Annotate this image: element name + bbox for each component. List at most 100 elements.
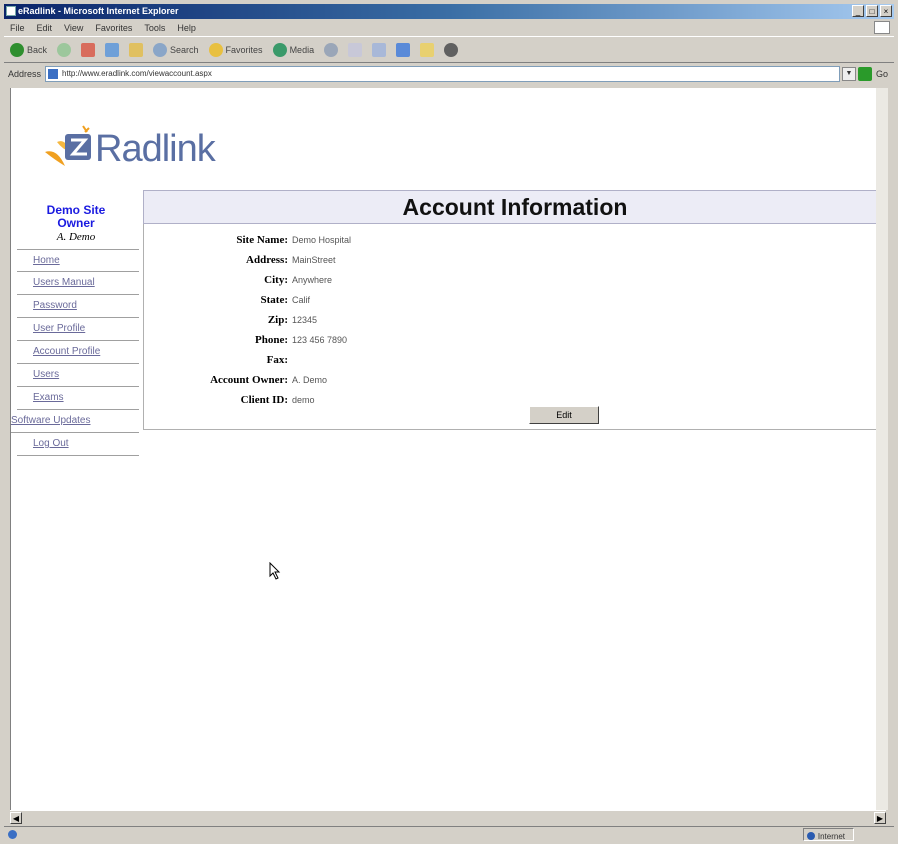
stop-icon — [81, 42, 96, 57]
field-label: Fax: — [266, 354, 288, 366]
field-value: 12345 — [292, 315, 318, 325]
mail-button[interactable] — [348, 42, 363, 57]
window-controls: _ □ × — [852, 5, 892, 17]
address-bar: Address http://www.eradlink.com/viewacco… — [4, 64, 894, 84]
field-address: Address: MainStreet — [144, 250, 351, 270]
sidebar-item-users-manual[interactable]: Users Manual — [17, 272, 139, 295]
menu-edit[interactable]: Edit — [37, 21, 53, 35]
globe-icon — [806, 832, 815, 840]
sidebar-item-password[interactable]: Password — [17, 295, 139, 318]
field-label: Phone: — [255, 334, 288, 346]
sidebar-nav: Home Users Manual Password User Profile … — [11, 249, 141, 456]
search-button[interactable]: Search — [153, 42, 199, 57]
page-done-icon — [8, 830, 17, 839]
field-state: State: Calif — [144, 290, 351, 310]
field-city: City: Anywhere — [144, 270, 351, 290]
field-label: State: — [260, 294, 289, 306]
sidebar-item-account-profile[interactable]: Account Profile — [17, 341, 139, 364]
sidebar: Demo Site Owner A. Demo Home Users Manua… — [11, 190, 141, 456]
horizontal-scrollbar[interactable]: ◀ ▶ — [10, 810, 886, 824]
field-label: Account Owner: — [210, 374, 288, 386]
folder-button[interactable] — [420, 42, 435, 57]
field-label: Client ID: — [240, 394, 288, 406]
history-icon — [324, 42, 339, 57]
back-arrow-icon — [10, 42, 24, 57]
home-icon — [129, 42, 144, 57]
menu-file[interactable]: File — [10, 21, 25, 35]
sidebar-item-user-profile[interactable]: User Profile — [17, 318, 139, 341]
print-icon — [372, 42, 387, 57]
toolbar: Back Search Favorites Media — [4, 36, 894, 63]
address-dropdown-icon[interactable]: ▼ — [841, 67, 856, 81]
field-value: Calif — [292, 295, 311, 305]
go-button[interactable]: Go — [876, 69, 894, 79]
go-icon[interactable] — [857, 67, 872, 81]
menu-tools[interactable]: Tools — [144, 21, 165, 35]
window-title: eRadlink - Microsoft Internet Explorer — [18, 6, 179, 16]
user-role-line2: Owner — [57, 216, 95, 230]
favorites-button[interactable]: Favorites — [208, 42, 263, 57]
address-input[interactable]: http://www.eradlink.com/viewaccount.aspx — [45, 66, 840, 82]
menu-help[interactable]: Help — [177, 21, 196, 35]
scroll-right-icon[interactable]: ▶ — [874, 812, 886, 824]
close-button[interactable]: × — [880, 5, 892, 17]
title-bar[interactable]: eRadlink - Microsoft Internet Explorer _… — [4, 4, 894, 19]
media-label: Media — [289, 44, 315, 55]
security-zone: Internet — [802, 828, 854, 841]
print-button[interactable] — [372, 42, 387, 57]
field-value: MainStreet — [292, 255, 336, 265]
stop-button[interactable] — [81, 42, 96, 57]
sidebar-item-users[interactable]: Users — [17, 364, 139, 387]
edit-page-icon — [396, 42, 411, 57]
field-fax: Fax: — [144, 350, 351, 370]
refresh-icon — [105, 42, 120, 57]
search-icon — [153, 42, 168, 57]
vertical-scrollbar[interactable] — [876, 88, 888, 810]
field-site-name: Site Name: Demo Hospital — [144, 230, 351, 250]
forward-button[interactable] — [57, 42, 72, 57]
menu-view[interactable]: View — [64, 21, 83, 35]
user-name: A. Demo — [56, 231, 96, 243]
account-info-table: Site Name: Demo Hospital Address: MainSt… — [144, 230, 351, 410]
back-button[interactable]: Back — [10, 42, 47, 57]
messenger-icon — [444, 42, 459, 57]
sidebar-item-software-updates[interactable]: Software Updates — [11, 410, 139, 433]
forward-arrow-icon — [57, 42, 72, 57]
media-icon — [272, 42, 287, 57]
windows-logo-icon — [874, 21, 890, 34]
maximize-button[interactable]: □ — [866, 5, 878, 17]
scroll-left-icon[interactable]: ◀ — [10, 812, 22, 824]
sidebar-item-log-out[interactable]: Log Out — [17, 433, 139, 456]
mail-icon — [348, 42, 363, 57]
field-phone: Phone: 123 456 7890 — [144, 330, 351, 350]
radlink-logo-icon — [45, 125, 91, 166]
messenger-button[interactable] — [444, 42, 459, 57]
mouse-cursor-icon — [269, 562, 281, 580]
field-label: City: — [264, 274, 288, 286]
page-title: Account Information — [143, 190, 886, 224]
edit-button[interactable]: Edit — [529, 406, 599, 424]
edit-page-button[interactable] — [396, 42, 411, 57]
minimize-button[interactable]: _ — [852, 5, 864, 17]
zone-label: Internet — [817, 832, 845, 841]
radlink-logo: Radlink — [29, 104, 229, 184]
sidebar-item-home[interactable]: Home — [17, 249, 139, 272]
sidebar-item-exams[interactable]: Exams — [17, 387, 139, 410]
history-button[interactable] — [324, 42, 339, 57]
status-bar: Internet — [4, 826, 894, 841]
field-value: Anywhere — [292, 275, 333, 285]
field-zip: Zip: 12345 — [144, 310, 351, 330]
main-content: Account Information Site Name: Demo Hosp… — [143, 190, 886, 430]
browser-window: eRadlink - Microsoft Internet Explorer _… — [0, 0, 898, 843]
field-value: A. Demo — [292, 375, 328, 385]
favorites-label: Favorites — [225, 44, 263, 55]
field-label: Address: — [246, 254, 288, 266]
user-block: Demo Site Owner A. Demo — [11, 190, 141, 244]
refresh-button[interactable] — [105, 42, 120, 57]
menu-favorites[interactable]: Favorites — [95, 21, 132, 35]
field-label: Zip: — [267, 314, 288, 326]
account-info-panel: Site Name: Demo Hospital Address: MainSt… — [143, 224, 886, 430]
home-button[interactable] — [129, 42, 144, 57]
media-button[interactable]: Media — [272, 42, 315, 57]
page-icon — [48, 69, 59, 79]
